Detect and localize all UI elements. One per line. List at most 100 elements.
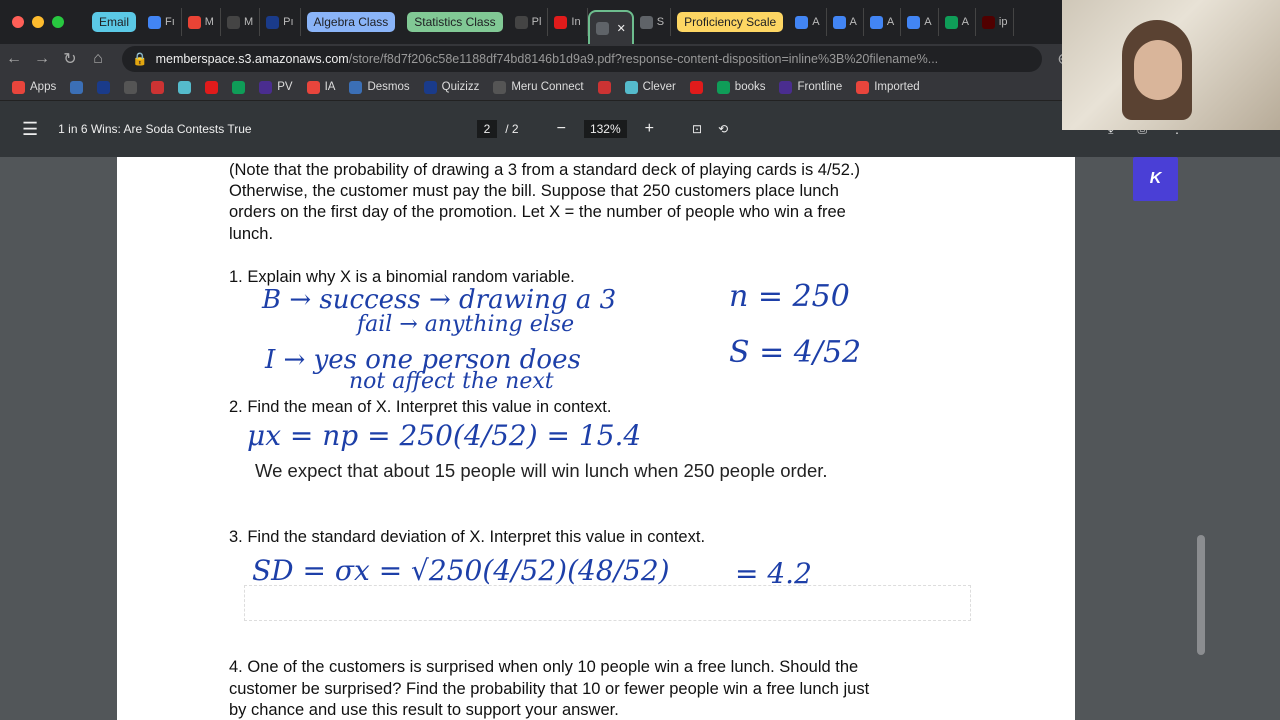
google-docs-icon xyxy=(869,15,883,29)
pdf-viewer: (Note that the probability of drawing a … xyxy=(0,157,1280,720)
google-docs-icon xyxy=(907,15,921,29)
close-tab-icon[interactable]: ✕ xyxy=(617,22,626,35)
tab[interactable]: A xyxy=(789,8,827,36)
bookmark-item[interactable] xyxy=(597,80,611,94)
text-line: lunch. xyxy=(229,225,274,243)
close-window-button[interactable] xyxy=(12,16,24,28)
handwriting: S = 4/52 xyxy=(729,335,862,370)
tab[interactable]: Fı xyxy=(142,8,182,36)
text-line: (Note that the probability of drawing a … xyxy=(229,161,861,179)
tab-group-0[interactable]: Email xyxy=(92,12,137,32)
tab-label: A xyxy=(849,16,857,28)
tab[interactable]: S xyxy=(634,8,672,36)
rotate-icon[interactable]: ⟲ xyxy=(718,122,728,136)
tab[interactable]: A xyxy=(827,8,864,36)
handwriting: B → success → drawing a 3 xyxy=(262,285,617,315)
bookmark-item[interactable] xyxy=(97,80,111,94)
handwriting: μx = np = 250(4/52) = 15.4 xyxy=(247,419,642,452)
bookmark-label: Imported xyxy=(874,81,920,93)
tab[interactable]: A xyxy=(864,8,902,36)
question-4: customer be surprised? Find the probabil… xyxy=(229,680,870,698)
page-number-input[interactable]: 2 xyxy=(476,120,498,138)
bookmark-label: Clever xyxy=(642,81,676,93)
tab[interactable]: In xyxy=(548,8,588,36)
bookmark-icon xyxy=(151,80,165,94)
bookmark-item[interactable] xyxy=(205,80,219,94)
lock-icon: 🔒 xyxy=(132,51,148,66)
bookmark-item[interactable] xyxy=(178,80,192,94)
text-box-selection[interactable] xyxy=(244,585,971,621)
globe-icon xyxy=(595,21,609,35)
bookmark-item[interactable] xyxy=(70,80,84,94)
zoom-in-button[interactable]: + xyxy=(645,120,654,138)
tab[interactable]: A xyxy=(939,8,976,36)
bookmark-label: IA xyxy=(324,81,336,93)
handwriting: fail → anything else xyxy=(357,312,575,337)
maximize-window-button[interactable] xyxy=(52,16,64,28)
bookmark-item[interactable]: Clever xyxy=(624,80,676,94)
reload-button[interactable]: ↻ xyxy=(56,49,84,69)
active-tab[interactable]: ✕ xyxy=(587,10,634,44)
tab[interactable]: Pl xyxy=(509,8,549,36)
tab[interactable]: A xyxy=(901,8,939,36)
kami-button[interactable]: K xyxy=(1133,157,1178,201)
globe-icon xyxy=(639,15,653,29)
tab-label: M xyxy=(204,16,214,28)
page-total: / 2 xyxy=(505,122,519,136)
minimize-window-button[interactable] xyxy=(32,16,44,28)
typed-answer[interactable]: We expect that about 15 people will win … xyxy=(255,460,828,482)
tab-label: Email xyxy=(99,15,130,29)
tab[interactable]: ip xyxy=(976,8,1015,36)
url-input[interactable]: 🔒 memberspace.s3.amazonaws.com/store/f8d… xyxy=(122,46,1042,72)
tab-label: Pl xyxy=(531,16,542,28)
zoom-level[interactable]: 132% xyxy=(583,120,627,138)
bookmark-label: Quizizz xyxy=(441,81,480,93)
tab-label: A xyxy=(924,16,932,28)
bookmark-item[interactable]: books xyxy=(716,80,765,94)
bookmark-item[interactable]: PV xyxy=(259,80,293,94)
tab[interactable]: M xyxy=(221,8,261,36)
bookmark-item[interactable] xyxy=(232,80,246,94)
tab[interactable]: M xyxy=(182,8,221,36)
tab-label: A xyxy=(886,16,895,28)
scrollbar[interactable] xyxy=(1197,535,1205,655)
tab-group-11[interactable]: Proficiency Scale xyxy=(677,12,784,32)
bookmark-icon xyxy=(70,80,84,94)
tab[interactable]: Pı xyxy=(260,8,301,36)
bookmark-item[interactable]: Frontline xyxy=(779,80,843,94)
bookmark-item[interactable]: Quizizz xyxy=(423,80,480,94)
webcam-overlay xyxy=(1062,0,1280,130)
tab-label: M xyxy=(243,16,254,28)
window-controls xyxy=(12,16,64,28)
bookmark-icon xyxy=(716,80,730,94)
bookmark-item[interactable] xyxy=(151,80,165,94)
handwriting: not affect the next xyxy=(349,369,554,394)
home-button[interactable]: ⌂ xyxy=(84,50,112,68)
bookmark-label: PV xyxy=(277,81,293,93)
tab-label: In xyxy=(571,16,581,28)
fit-page-icon[interactable]: ⊡ xyxy=(692,122,702,136)
question-4: 4. One of the customers is surprised whe… xyxy=(229,658,859,676)
google-sheets-icon xyxy=(944,15,958,29)
forward-button[interactable]: → xyxy=(28,50,56,68)
menu-icon[interactable]: ☰ xyxy=(22,119,38,140)
bookmark-item[interactable] xyxy=(124,80,138,94)
bookmark-item[interactable]: Desmos xyxy=(349,80,410,94)
bookmark-item[interactable]: IA xyxy=(306,80,336,94)
bookmark-icon xyxy=(12,80,25,94)
bookmark-item[interactable]: Apps xyxy=(12,80,57,94)
tab-group-6[interactable]: Statistics Class xyxy=(407,12,503,32)
question-3: 3. Find the standard deviation of X. Int… xyxy=(229,528,706,546)
handwriting: n = 250 xyxy=(729,279,850,314)
schoology-icon xyxy=(226,15,240,29)
bookmark-icon xyxy=(349,80,363,94)
bookmark-item[interactable] xyxy=(689,80,703,94)
tab-group-5[interactable]: Algebra Class xyxy=(306,12,396,32)
bookmark-label: Frontline xyxy=(797,81,843,93)
zoom-out-button[interactable]: − xyxy=(557,120,566,138)
bookmark-item[interactable]: Imported xyxy=(856,80,920,94)
bookmark-item[interactable]: Meru Connect xyxy=(493,80,584,94)
bookmark-label: Apps xyxy=(30,81,57,93)
back-button[interactable]: ← xyxy=(0,50,28,68)
bookmark-icon xyxy=(624,80,638,94)
